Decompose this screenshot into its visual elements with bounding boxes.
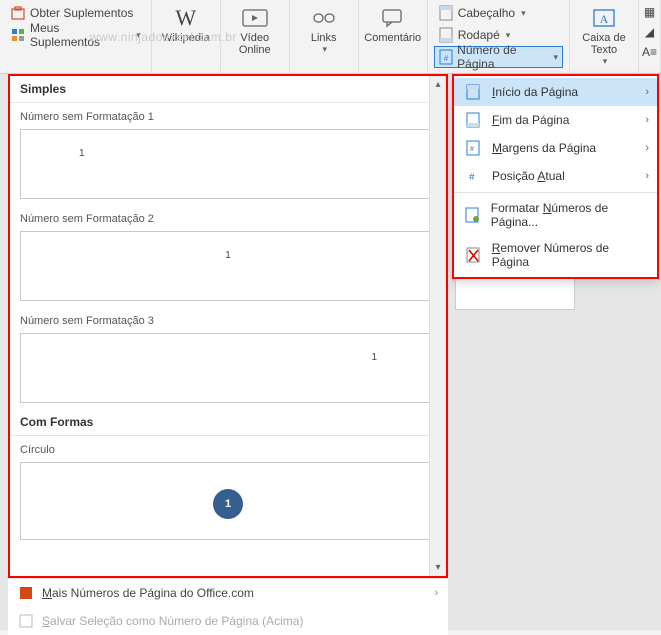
page-number-sample: 1	[225, 250, 231, 261]
video-icon	[242, 4, 268, 32]
link-icon	[312, 4, 336, 32]
svg-text:#: #	[470, 146, 474, 153]
comment-icon	[381, 4, 405, 32]
caixa-texto-label: Caixa de Texto	[582, 32, 626, 56]
gallery-footer: Mais Números de Página do Office.com › S…	[8, 578, 448, 635]
svg-text:#: #	[444, 54, 449, 63]
page-number-circle: 1	[213, 489, 243, 519]
parts-icon: ▦	[644, 5, 655, 19]
chevron-down-icon: ▾	[136, 30, 141, 41]
page-number-sample: 1	[79, 148, 85, 159]
page-number-gallery: Simples Número sem Formatação 1 1 Número…	[8, 74, 448, 578]
wikipedia-icon: W	[175, 4, 196, 32]
store-icon	[10, 5, 26, 21]
dropcap-icon: A≡	[642, 45, 657, 59]
scroll-down-icon[interactable]: ▾	[430, 559, 446, 576]
menu-label: Remover Números de Página	[492, 241, 647, 269]
chevron-down-icon: ▾	[506, 30, 511, 41]
page-number-sample: 1	[371, 352, 377, 363]
chevron-right-icon: ›	[645, 86, 649, 98]
links-label: Links	[311, 32, 337, 44]
save-icon	[18, 613, 34, 629]
meus-suplementos-label: Meus Suplementos	[30, 21, 130, 49]
remover-numeros-menuitem[interactable]: Remover Números de Página	[454, 235, 657, 275]
textbox-icon: A	[592, 4, 616, 32]
svg-text:#: #	[469, 172, 475, 183]
gallery-preview-2[interactable]: 1	[20, 231, 436, 301]
gallery-scrollbar[interactable]: ▴ ▾	[429, 76, 446, 576]
mais-numeros-label: Mais Números de Página do Office.com	[42, 586, 254, 600]
gallery-item-label: Número sem Formatação 2	[10, 205, 446, 229]
salvar-selecao-label: Salvar Seleção como Número de Página (Ac…	[42, 614, 303, 628]
posicao-atual-menuitem[interactable]: # Posição Atual ›	[454, 162, 657, 190]
caixa-texto-button[interactable]: A Caixa de Texto ▾	[576, 2, 632, 69]
chevron-down-icon: ▾	[553, 52, 558, 63]
chevron-right-icon: ›	[645, 170, 649, 182]
menu-label: Posição Atual	[492, 169, 565, 183]
chevron-right-icon: ›	[645, 114, 649, 126]
addins-icon	[10, 27, 26, 43]
header-icon	[438, 5, 454, 21]
page-margin-icon: #	[464, 140, 482, 156]
gallery-category-formas: Com Formas	[10, 409, 446, 436]
gallery-preview-3[interactable]: 1	[20, 333, 436, 403]
menu-label: Margens da Página	[492, 141, 596, 155]
chevron-right-icon: ›	[645, 142, 649, 154]
links-button[interactable]: Links ▾	[296, 2, 352, 57]
extra-button-3[interactable]: A≡	[641, 42, 658, 62]
wordart-icon: ◢	[645, 25, 654, 39]
page-bottom-icon	[464, 112, 482, 128]
chevron-down-icon: ▾	[322, 44, 327, 55]
comentario-label: Comentário	[364, 32, 421, 44]
ribbon: Obter Suplementos Meus Suplementos ▾ W W…	[0, 0, 661, 74]
obter-suplementos-label: Obter Suplementos	[30, 6, 133, 20]
extra-button-1[interactable]: ▦	[641, 2, 658, 22]
meus-suplementos-button[interactable]: Meus Suplementos ▾	[6, 24, 145, 46]
chevron-down-icon: ▾	[603, 56, 608, 67]
video-online-label: Vídeo Online	[233, 32, 277, 56]
chevron-down-icon: ▾	[521, 8, 526, 19]
numero-pagina-label: Número de Página	[457, 43, 547, 71]
inicio-pagina-menuitem[interactable]: Início da Página ›	[454, 78, 657, 106]
page-top-icon	[464, 84, 482, 100]
menu-label: Início da Página	[492, 85, 578, 99]
comentario-button[interactable]: Comentário	[365, 2, 421, 46]
chevron-right-icon: ›	[434, 587, 438, 599]
cabecalho-button[interactable]: Cabeçalho ▾	[434, 2, 563, 24]
page-number-icon: #	[439, 49, 453, 65]
svg-text:A: A	[600, 12, 609, 26]
extra-button-2[interactable]: ◢	[641, 22, 658, 42]
gallery-preview-1[interactable]: 1	[20, 129, 436, 199]
wikipedia-label: Wikipedia	[162, 32, 210, 44]
gallery-preview-4[interactable]: 1	[20, 462, 436, 540]
wikipedia-button[interactable]: W Wikipedia	[158, 2, 214, 46]
mais-numeros-office-button[interactable]: Mais Números de Página do Office.com ›	[8, 579, 448, 607]
footer-icon	[438, 27, 454, 43]
rodape-label: Rodapé	[458, 28, 500, 42]
menu-separator	[454, 192, 657, 193]
office-icon	[18, 585, 34, 601]
numero-pagina-submenu: Início da Página › Fim da Página › # Mar…	[452, 74, 659, 279]
remove-icon	[464, 247, 482, 263]
video-online-button[interactable]: Vídeo Online	[227, 2, 283, 58]
fim-pagina-menuitem[interactable]: Fim da Página ›	[454, 106, 657, 134]
scroll-up-icon[interactable]: ▴	[430, 76, 446, 93]
formatar-numeros-menuitem[interactable]: Formatar Números de Página...	[454, 195, 657, 235]
cursor-icon: #	[464, 168, 482, 184]
gallery-item-label: Círculo	[10, 436, 446, 460]
margens-pagina-menuitem[interactable]: # Margens da Página ›	[454, 134, 657, 162]
menu-label: Fim da Página	[492, 113, 569, 127]
gallery-item-label: Número sem Formatação 1	[10, 103, 446, 127]
salvar-selecao-button: Salvar Seleção como Número de Página (Ac…	[8, 607, 448, 635]
gallery-item-label: Número sem Formatação 3	[10, 307, 446, 331]
numero-pagina-button[interactable]: # Número de Página ▾	[434, 46, 563, 68]
format-icon	[464, 207, 481, 223]
menu-label: Formatar Números de Página...	[491, 201, 647, 229]
gallery-category-simples: Simples	[10, 76, 446, 103]
cabecalho-label: Cabeçalho	[458, 6, 515, 20]
